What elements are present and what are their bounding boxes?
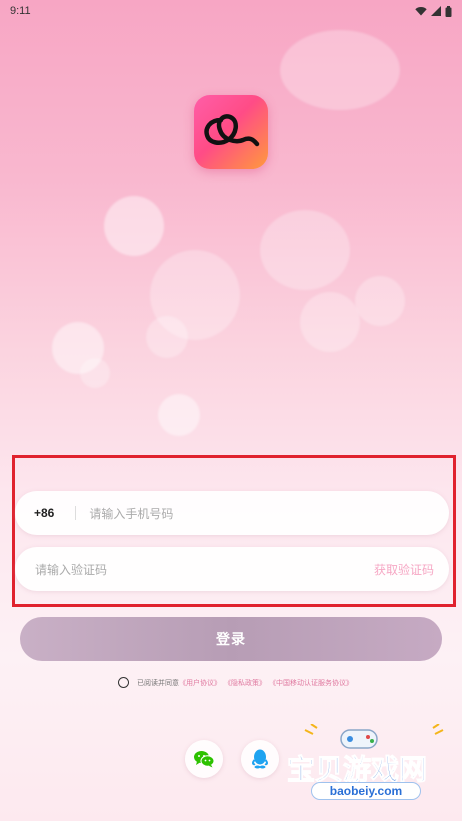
wifi-icon — [415, 7, 427, 16]
app-logo — [194, 95, 268, 169]
app-logo-icon — [204, 114, 260, 147]
battery-icon — [445, 5, 452, 17]
bokeh-light — [280, 30, 400, 110]
status-time: 9:11 — [10, 5, 31, 17]
privacy-policy-link[interactable]: 《隐私政策》 — [224, 678, 266, 688]
verification-code-input[interactable]: 请输入验证码 — [35, 561, 374, 578]
qq-icon — [252, 749, 268, 769]
bokeh-light — [355, 276, 405, 326]
phone-input[interactable]: 请输入手机号码 — [89, 505, 173, 522]
status-bar: 9:11 — [0, 0, 462, 22]
bokeh-light — [80, 358, 110, 388]
phone-field[interactable]: +86 请输入手机号码 — [15, 491, 449, 535]
agreement-prefix: 已阅读并同意 — [137, 679, 179, 687]
bokeh-light — [300, 292, 360, 352]
cmcc-terms-link[interactable]: 《中国移动认证服务协议》 — [269, 678, 353, 688]
user-agreement-link[interactable]: 《用户协议》 — [179, 678, 221, 688]
agreement-row: 已阅读并同意 《用户协议》 《隐私政策》 《中国移动认证服务协议》 — [118, 677, 353, 688]
bokeh-light — [146, 316, 188, 358]
bokeh-light — [260, 210, 350, 290]
get-code-button[interactable]: 获取验证码 — [374, 561, 434, 578]
signal-icon — [431, 6, 441, 16]
bokeh-light — [104, 196, 164, 256]
status-icons — [415, 5, 452, 17]
country-code[interactable]: +86 — [34, 506, 54, 520]
qq-login-button[interactable] — [241, 740, 279, 778]
wechat-icon — [194, 751, 215, 768]
verification-code-field[interactable]: 请输入验证码 获取验证码 — [15, 547, 449, 591]
agreement-checkbox[interactable] — [118, 677, 129, 688]
watermark-url: baobeiy.com — [311, 782, 421, 800]
wechat-login-button[interactable] — [185, 740, 223, 778]
login-button[interactable]: 登录 — [20, 617, 442, 661]
divider — [75, 506, 77, 520]
site-watermark: 宝贝游戏网 baobeiy.com — [283, 724, 459, 808]
bokeh-light — [158, 394, 200, 436]
